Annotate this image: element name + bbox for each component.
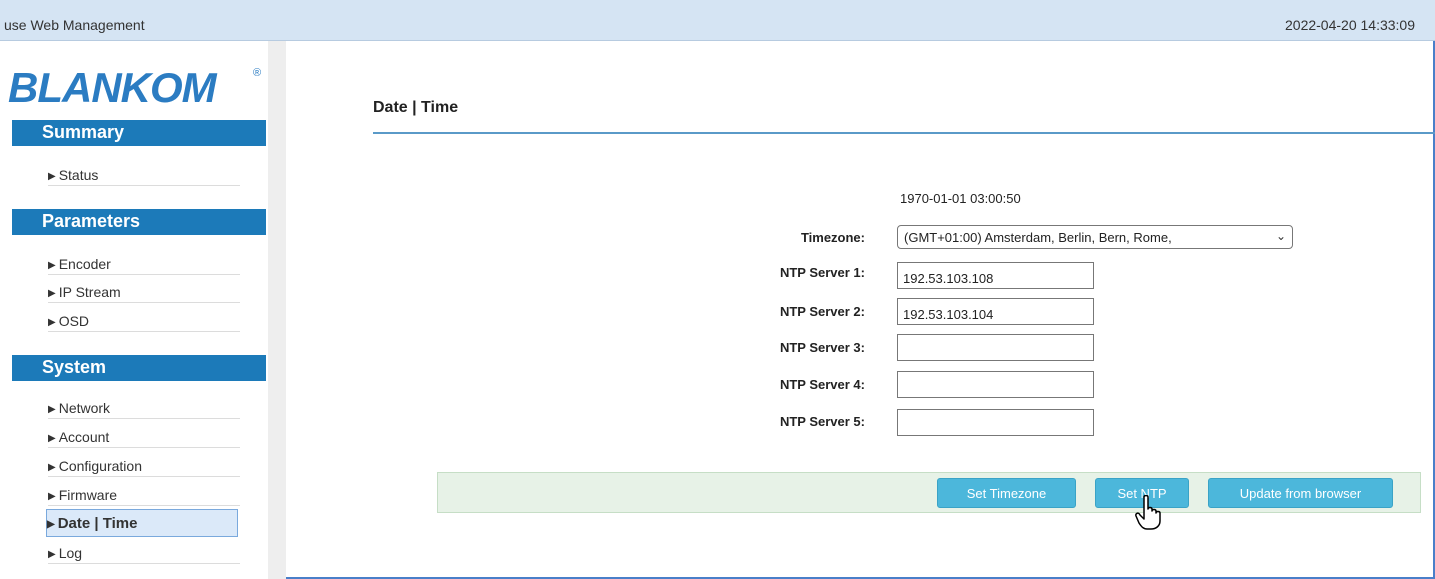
chevron-down-icon: ⌄ <box>1275 229 1286 243</box>
triangle-right-icon: ▶ <box>48 462 56 473</box>
triangle-right-icon: ▶ <box>48 549 56 560</box>
timezone-label: Timezone: <box>800 230 865 245</box>
sidebar-item-configuration[interactable]: ▶ Configuration <box>48 455 240 477</box>
timezone-selected-value: (GMT+01:00) Amsterdam, Berlin, Bern, Rom… <box>904 230 1172 245</box>
ntp-server-2-label: NTP Server 2: <box>779 304 865 319</box>
sidebar-item-firmware[interactable]: ▶ Firmware <box>48 484 240 506</box>
triangle-right-icon: ▶ <box>48 171 56 182</box>
sidebar-item-label: Firmware <box>58 487 118 503</box>
set-timezone-button[interactable]: Set Timezone <box>937 478 1076 508</box>
sidebar-item-status[interactable]: ▶ Status <box>48 164 240 186</box>
section-summary: Summary <box>12 120 266 146</box>
sidebar-item-label: Status <box>58 167 99 183</box>
sidebar-item-label: Log <box>58 545 83 561</box>
app-title: use Web Management <box>4 17 145 33</box>
triangle-right-icon: ▶ <box>48 433 56 444</box>
hand-pointer-icon <box>1135 495 1161 530</box>
ntp-server-4-input[interactable] <box>897 371 1094 398</box>
triangle-right-icon: ▶ <box>48 260 56 271</box>
sidebar-item-label: OSD <box>58 313 90 329</box>
sidebar-item-label: Encoder <box>58 256 111 272</box>
sidebar-item-date-time[interactable]: ▶ Date | Time <box>46 509 238 537</box>
sidebar-item-label: Network <box>58 400 111 416</box>
ntp-server-5-input[interactable] <box>897 409 1094 436</box>
ntp-server-3-input[interactable] <box>897 334 1094 361</box>
ntp-server-4-label: NTP Server 4: <box>779 377 865 392</box>
sidebar-item-encoder[interactable]: ▶ Encoder <box>48 253 240 275</box>
logo-text: BLANKOM <box>8 64 218 111</box>
section-system: System <box>12 355 266 381</box>
update-from-browser-button[interactable]: Update from browser <box>1208 478 1393 508</box>
section-parameters: Parameters <box>12 209 266 235</box>
blankom-logo: BLANKOM ® <box>8 64 261 111</box>
sidebar-item-network[interactable]: ▶ Network <box>48 397 240 419</box>
ntp-server-1-input[interactable] <box>897 262 1094 289</box>
triangle-right-icon: ▶ <box>48 491 56 502</box>
registered-mark: ® <box>253 67 261 79</box>
sidebar-item-label: IP Stream <box>58 284 121 300</box>
page-title: Date | Time <box>373 99 459 116</box>
ntp-server-2-input[interactable] <box>897 298 1094 325</box>
sidebar-item-ip-stream[interactable]: ▶ IP Stream <box>48 281 240 303</box>
triangle-right-icon: ▶ <box>48 288 56 299</box>
current-device-time: 1970-01-01 03:00:50 <box>900 191 1021 206</box>
sidebar-item-label: Configuration <box>58 458 142 474</box>
ntp-server-1-label: NTP Server 1: <box>779 265 865 280</box>
triangle-right-icon: ▶ <box>48 404 56 415</box>
system-datetime: 2022-04-20 14:33:09 <box>1285 17 1415 33</box>
sidebar-item-account[interactable]: ▶ Account <box>48 426 240 448</box>
sidebar-item-label: Account <box>58 429 110 445</box>
title-divider <box>373 132 1435 134</box>
ntp-server-3-label: NTP Server 3: <box>779 340 865 355</box>
sidebar-scrollbar[interactable] <box>268 41 286 579</box>
triangle-right-icon: ▶ <box>47 519 55 530</box>
sidebar-item-osd[interactable]: ▶ OSD <box>48 310 240 332</box>
triangle-right-icon: ▶ <box>48 317 56 328</box>
sidebar-item-log[interactable]: ▶ Log <box>48 542 240 564</box>
timezone-select[interactable]: (GMT+01:00) Amsterdam, Berlin, Bern, Rom… <box>897 225 1293 249</box>
sidebar-item-label: Date | Time <box>57 515 138 532</box>
ntp-server-5-label: NTP Server 5: <box>779 414 865 429</box>
top-bar: use Web Management 2022-04-20 14:33:09 <box>0 0 1435 41</box>
